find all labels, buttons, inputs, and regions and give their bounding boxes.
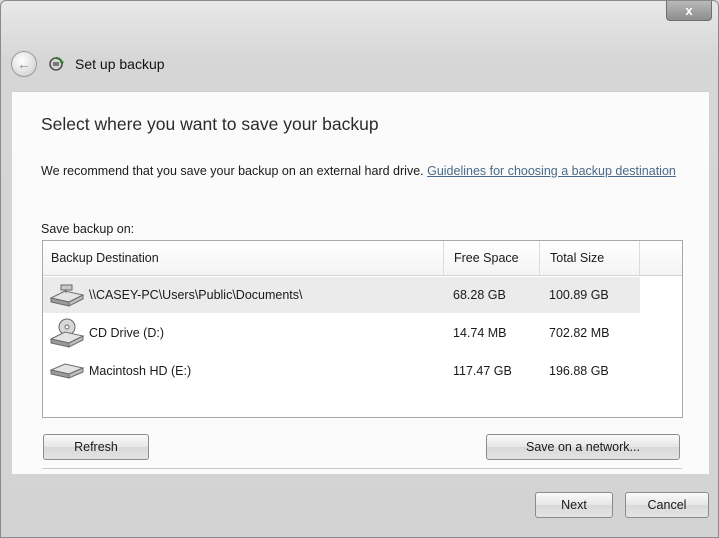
free-space-value: 14.74 MB xyxy=(453,326,507,340)
list-header: Backup Destination Free Space Total Size xyxy=(43,241,682,276)
column-header-free-space[interactable]: Free Space xyxy=(443,241,550,275)
free-space-value: 68.28 GB xyxy=(453,288,506,302)
free-space-value: 117.47 GB xyxy=(453,364,512,378)
back-arrow-icon: ← xyxy=(17,56,31,72)
content-panel: Select where you want to save your backu… xyxy=(12,91,709,474)
backup-icon xyxy=(49,57,64,71)
recommendation-label: We recommend that you save your backup o… xyxy=(41,164,428,178)
table-row[interactable]: \\CASEY-PC\Users\Public\Documents\ 68.28… xyxy=(43,277,640,313)
save-on-network-button[interactable]: Save on a network... xyxy=(486,434,680,460)
back-button[interactable]: ← xyxy=(11,51,37,77)
total-size-value: 196.88 GB xyxy=(549,364,609,378)
destination-list[interactable]: Backup Destination Free Space Total Size xyxy=(42,240,683,418)
close-button[interactable]: x xyxy=(666,1,712,21)
refresh-button[interactable]: Refresh xyxy=(43,434,149,460)
cancel-button[interactable]: Cancel xyxy=(625,492,709,518)
table-row[interactable]: CD Drive (D:) 14.74 MB 702.82 MB xyxy=(43,315,640,351)
destination-name: CD Drive (D:) xyxy=(89,326,164,340)
save-backup-label: Save backup on: xyxy=(41,222,135,236)
recommendation-text: We recommend that you save your backup o… xyxy=(41,162,709,180)
hard-drive-icon xyxy=(47,353,87,389)
page-heading: Select where you want to save your backu… xyxy=(41,114,379,134)
divider xyxy=(42,468,682,469)
destination-name: Macintosh HD (E:) xyxy=(89,364,192,378)
close-icon: x xyxy=(685,3,693,18)
total-size-value: 702.82 MB xyxy=(549,326,610,340)
cd-drive-icon xyxy=(47,315,87,351)
column-header-destination[interactable]: Backup Destination xyxy=(43,241,451,275)
titlebar: ← Set up backup xyxy=(11,47,165,81)
network-drive-icon xyxy=(47,277,87,313)
column-header-total-size[interactable]: Total Size xyxy=(539,241,650,275)
next-button[interactable]: Next xyxy=(535,492,613,518)
total-size-value: 100.89 GB xyxy=(549,288,609,302)
guidelines-link[interactable]: Guidelines for choosing a backup destina… xyxy=(427,164,676,178)
table-row[interactable]: Macintosh HD (E:) 117.47 GB 196.88 GB xyxy=(43,353,640,389)
backup-window: x ← Set up backup Select where you want … xyxy=(0,0,719,538)
column-header-filler xyxy=(639,241,682,275)
window-title: Set up backup xyxy=(75,56,165,72)
destination-name: \\CASEY-PC\Users\Public\Documents\ xyxy=(89,288,303,302)
